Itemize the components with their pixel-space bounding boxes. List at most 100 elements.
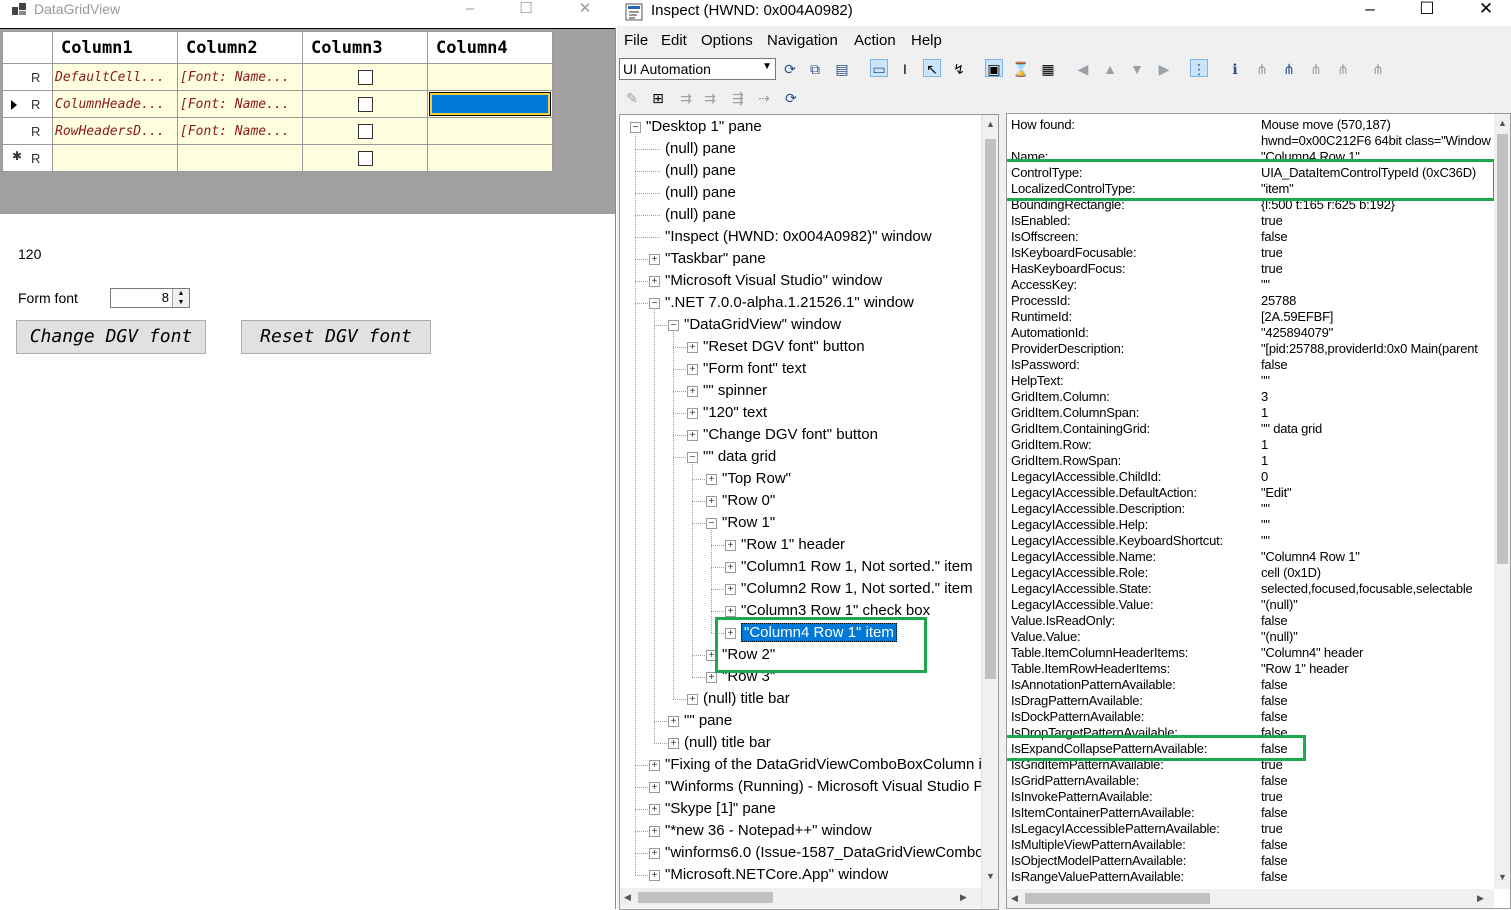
form-font-spinner[interactable]: 8 ▲ ▼ — [110, 288, 190, 308]
property-value[interactable]: true — [1261, 261, 1283, 277]
row-header[interactable]: R — [2, 90, 53, 118]
tree-item[interactable]: (null) pane — [665, 161, 736, 181]
data-grid[interactable]: Column1 Column2 Column3 Column4 R Defaul… — [0, 28, 615, 214]
scroll-thumb[interactable] — [1025, 893, 1210, 904]
tree-item[interactable]: "Change DGV font" button — [703, 425, 878, 445]
expand-icon[interactable]: + — [649, 826, 660, 837]
tree-item[interactable]: (null) pane — [665, 183, 736, 203]
grid-checkbox-cell[interactable] — [302, 117, 428, 145]
property-value[interactable]: false — [1261, 357, 1288, 373]
column-header[interactable]: Column4 — [427, 31, 553, 64]
tree-item[interactable]: "" data grid — [703, 447, 776, 467]
expand-icon[interactable]: + — [687, 342, 698, 353]
checkbox[interactable] — [357, 69, 373, 85]
grid-cell[interactable]: DefaultCell... — [52, 63, 178, 91]
tree-item[interactable]: "Fixing of the DataGridViewComboBoxColum… — [665, 755, 982, 775]
scroll-down-icon[interactable]: ▼ — [986, 871, 995, 881]
column-header[interactable]: Column3 — [302, 31, 428, 64]
grid-checkbox-cell[interactable] — [302, 63, 428, 91]
column-header[interactable]: Column1 — [52, 31, 178, 64]
expand-icon[interactable]: + — [649, 254, 660, 265]
expand-icon[interactable]: + — [687, 386, 698, 397]
row-header[interactable]: R — [2, 117, 53, 145]
tree-item[interactable]: "Column1 Row 1, Not sorted." item — [741, 557, 973, 577]
watch-focus-icon[interactable]: ▭ — [870, 59, 888, 77]
spin-down-icon[interactable]: ▼ — [173, 298, 189, 307]
tree-item[interactable]: ".NET 7.0.0-alpha.1.21526.1" window — [665, 293, 914, 313]
reset-dgv-font-button[interactable]: Reset DGV font — [241, 320, 431, 354]
property-value[interactable]: 25788 — [1261, 293, 1296, 309]
show-caret-icon[interactable]: ⌛ — [1012, 60, 1030, 78]
property-value[interactable]: false — [1261, 837, 1288, 853]
nav-forward-icon[interactable]: ▶ — [1155, 60, 1173, 78]
property-value[interactable]: "Edit" — [1261, 485, 1292, 501]
tool-expand-icon[interactable]: ⊞ — [649, 89, 667, 107]
column-header[interactable]: Column2 — [177, 31, 303, 64]
property-value[interactable]: "" — [1261, 277, 1270, 293]
menu-help[interactable]: Help — [911, 32, 942, 49]
property-value[interactable]: false — [1261, 773, 1288, 789]
property-value[interactable]: 1 — [1261, 405, 1268, 421]
expand-icon[interactable]: + — [725, 540, 736, 551]
grid-checkbox-cell[interactable] — [302, 90, 428, 118]
expand-icon[interactable]: + — [649, 804, 660, 815]
scroll-down-icon[interactable]: ▼ — [1498, 872, 1507, 882]
property-value[interactable]: "425894079" — [1261, 325, 1333, 341]
tool-clear-icon[interactable]: ✎ — [623, 89, 641, 107]
info-icon[interactable]: ℹ — [1226, 60, 1244, 78]
tree-item[interactable]: "Row 1" header — [741, 535, 845, 555]
tree-item[interactable]: "" pane — [684, 711, 732, 731]
property-value[interactable]: false — [1261, 677, 1288, 693]
property-value[interactable]: "" — [1261, 533, 1270, 549]
tree-item[interactable]: "" spinner — [703, 381, 767, 401]
show-tooltip-icon[interactable]: ↯ — [950, 60, 968, 78]
grid-cell[interactable]: [Font: Name... — [177, 90, 303, 118]
inspect-title-bar[interactable]: Inspect (HWND: 0x004A0982) – ☐ ✕ — [617, 0, 1511, 26]
spinner-buttons[interactable]: ▲ ▼ — [172, 289, 189, 307]
refresh-icon[interactable]: ⟳ — [781, 60, 799, 78]
tree-item[interactable]: "Row 1" — [722, 513, 775, 533]
collapse-icon[interactable]: − — [706, 518, 717, 529]
property-value[interactable]: false — [1261, 853, 1288, 869]
tool-action1-icon[interactable]: ⇉ — [677, 89, 695, 107]
property-value[interactable]: "[pid:25788,providerId:0x0 Main(parent — [1261, 341, 1478, 357]
property-value[interactable]: false — [1261, 709, 1288, 725]
property-value[interactable]: false — [1261, 805, 1288, 821]
tree-item[interactable]: "Column2 Row 1, Not sorted." item — [741, 579, 973, 599]
expand-icon[interactable]: + — [725, 606, 736, 617]
expand-icon[interactable]: + — [649, 870, 660, 881]
close-button[interactable]: ✕ — [1463, 0, 1509, 20]
tree-item[interactable]: "Form font" text — [703, 359, 806, 379]
expand-icon[interactable]: + — [706, 672, 717, 683]
props-horizontal-scrollbar[interactable]: ◀ ▶ — [1007, 889, 1494, 908]
row-header[interactable]: ✱ R — [2, 144, 53, 172]
show-format-icon[interactable]: ▦ — [1039, 60, 1057, 78]
checkbox[interactable] — [357, 150, 373, 166]
tree-horizontal-scrollbar[interactable]: ◀ ▶ — [620, 888, 981, 908]
property-value[interactable]: false — [1261, 869, 1288, 885]
tool-action3-icon[interactable]: ⇶ — [729, 89, 747, 107]
expand-icon[interactable]: + — [687, 430, 698, 441]
property-value[interactable]: "Column4 Row 1" — [1261, 549, 1360, 565]
grid-cell[interactable] — [52, 144, 178, 172]
tree-item[interactable]: "winforms6.0 (Issue-1587_DataGridViewCom… — [665, 843, 987, 863]
tree-item[interactable]: "Taskbar" pane — [665, 249, 766, 269]
tree-item[interactable]: (null) pane — [665, 205, 736, 225]
property-value[interactable]: "" — [1261, 501, 1270, 517]
tree-item[interactable]: "Reset DGV font" button — [703, 337, 865, 357]
property-value[interactable]: hwnd=0x00C212F6 64bit class="Window — [1261, 133, 1491, 149]
property-value[interactable]: "" — [1261, 517, 1270, 533]
property-value[interactable]: true — [1261, 821, 1283, 837]
minimize-button[interactable]: – — [447, 0, 493, 20]
property-value[interactable]: "(null)" — [1261, 629, 1298, 645]
property-value[interactable]: "Row 1" header — [1261, 661, 1349, 677]
scroll-left-icon[interactable]: ◀ — [1011, 893, 1018, 904]
scroll-thumb[interactable] — [638, 892, 773, 903]
tree-item[interactable]: "120" text — [703, 403, 767, 423]
menu-file[interactable]: File — [624, 32, 648, 49]
tree-item[interactable]: "Top Row" — [722, 469, 791, 489]
tree-item[interactable]: (null) title bar — [684, 733, 771, 753]
grid-cell[interactable] — [427, 117, 553, 145]
property-value[interactable]: 3 — [1261, 389, 1268, 405]
tree-item[interactable]: "Skype [1]" pane — [665, 799, 776, 819]
